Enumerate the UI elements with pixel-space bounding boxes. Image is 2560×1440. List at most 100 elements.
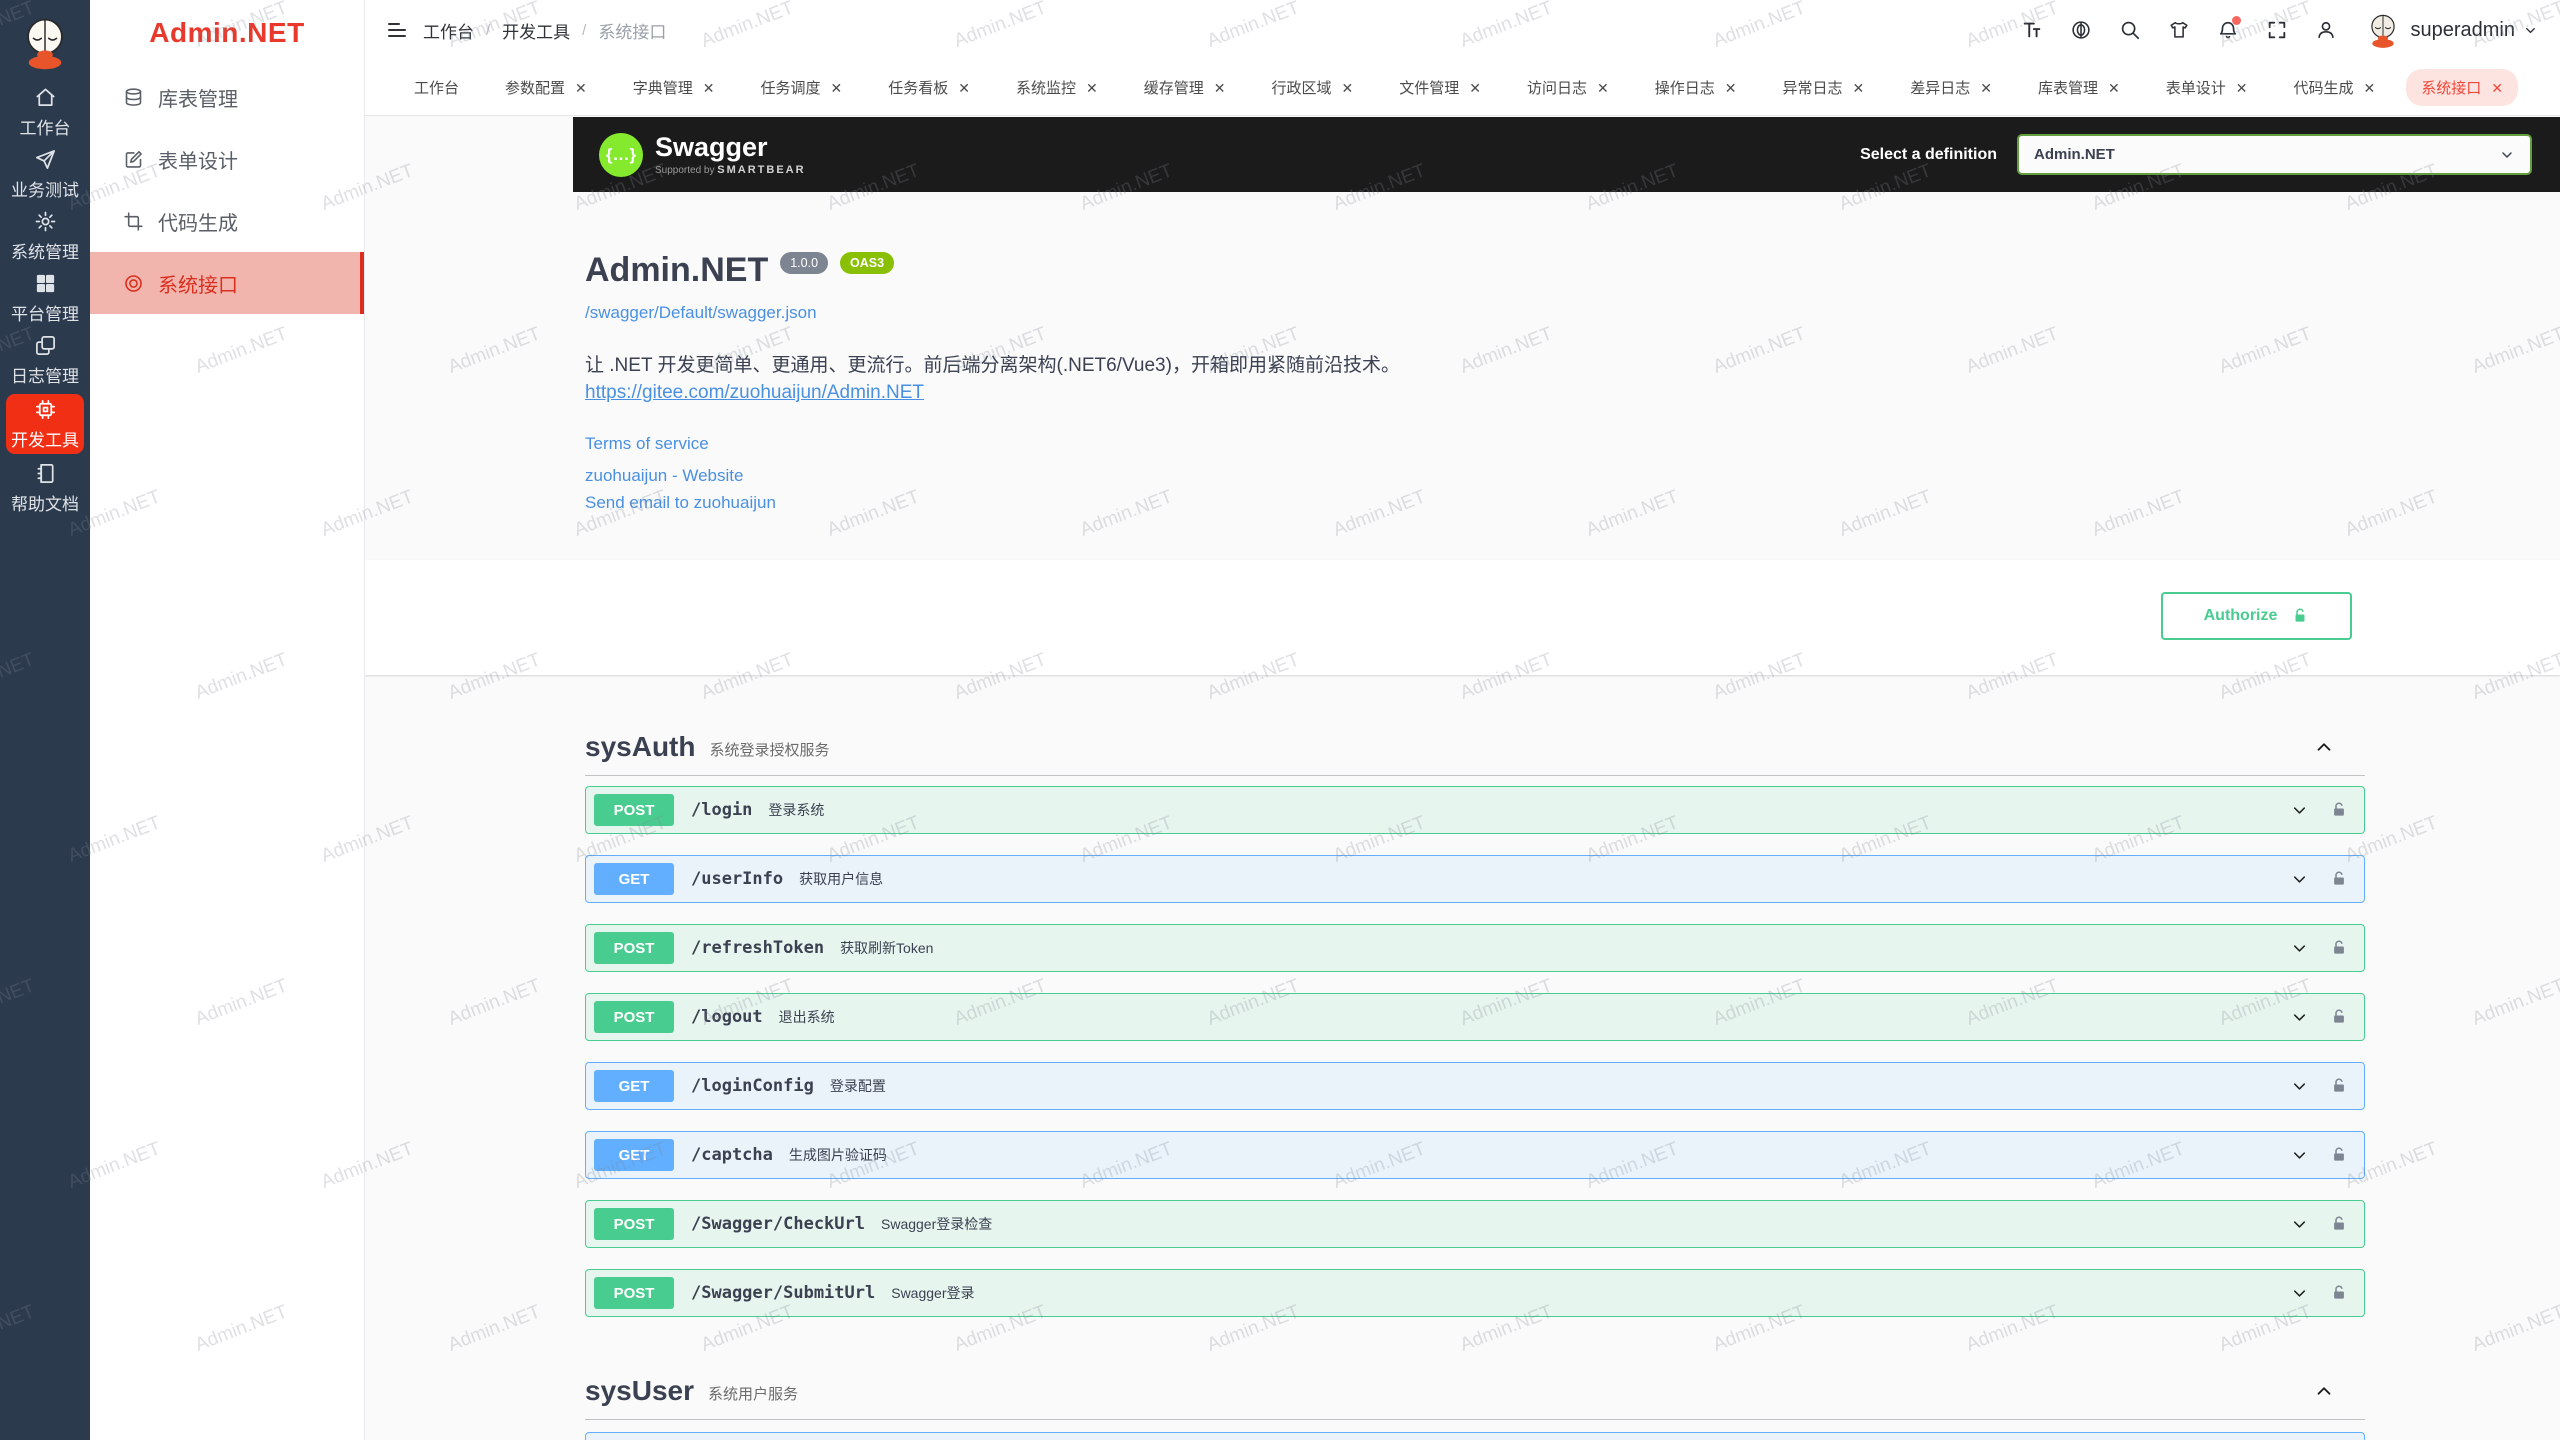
section-header[interactable]: sysUser 系统用户服务 — [585, 1362, 2365, 1420]
authorize-button[interactable]: Authorize — [2161, 592, 2352, 640]
tab-系统接口[interactable]: 系统接口✕ — [2406, 69, 2518, 106]
endpoint-row-/loginConfig[interactable]: GET/loginConfig登录配置 — [585, 1062, 2365, 1110]
close-tab-icon[interactable]: ✕ — [1853, 81, 1865, 95]
rail-item-send[interactable]: 业务测试 — [0, 143, 90, 205]
close-tab-icon[interactable]: ✕ — [575, 81, 587, 95]
tab-label: 系统监控 — [1016, 77, 1076, 98]
lock-icon[interactable] — [2330, 870, 2348, 888]
lock-icon[interactable] — [2330, 1077, 2348, 1095]
theme-skin-icon[interactable] — [2168, 19, 2190, 41]
close-tab-icon[interactable]: ✕ — [1597, 81, 1609, 95]
app-logo-monk[interactable] — [16, 13, 74, 71]
tab-任务调度[interactable]: 任务调度✕ — [746, 69, 858, 106]
rail-item-home[interactable]: 工作台 — [0, 81, 90, 143]
lock-icon[interactable] — [2330, 939, 2348, 957]
expand-endpoint-icon[interactable] — [2290, 1008, 2309, 1027]
tab-异常日志[interactable]: 异常日志✕ — [1768, 69, 1880, 106]
sidebar-item-label: 系统接口 — [158, 269, 238, 298]
font-size-icon[interactable] — [2021, 19, 2043, 41]
sidebar-item-api[interactable]: 系统接口 — [90, 252, 364, 314]
rail-item-copy[interactable]: 日志管理 — [0, 329, 90, 391]
close-tab-icon[interactable]: ✕ — [1725, 81, 1737, 95]
tab-文件管理[interactable]: 文件管理✕ — [1384, 69, 1496, 106]
tab-工作台[interactable]: 工作台 — [399, 69, 474, 106]
lock-icon[interactable] — [2330, 1284, 2348, 1302]
contact-website-link[interactable]: zuohuaijun - Website — [585, 466, 743, 486]
expand-endpoint-icon[interactable] — [2290, 801, 2309, 820]
tab-差异日志[interactable]: 差异日志✕ — [1895, 69, 2007, 106]
close-tab-icon[interactable]: ✕ — [2236, 81, 2248, 95]
language-icon[interactable] — [2070, 19, 2092, 41]
definition-select[interactable]: Admin.NET — [2017, 134, 2532, 175]
expand-endpoint-icon[interactable] — [2290, 1215, 2309, 1234]
collapse-section-icon[interactable] — [2313, 1380, 2335, 1402]
rail-item-book[interactable]: 帮助文档 — [0, 457, 90, 519]
tab-行政区域[interactable]: 行政区域✕ — [1257, 69, 1369, 106]
collapse-section-icon[interactable] — [2313, 736, 2335, 758]
close-tab-icon[interactable]: ✕ — [831, 81, 843, 95]
lock-icon[interactable] — [2330, 1215, 2348, 1233]
breadcrumb-item[interactable]: 开发工具 — [502, 18, 570, 43]
collapse-menu-icon[interactable] — [385, 18, 409, 42]
section-header[interactable]: sysAuth 系统登录授权服务 — [585, 718, 2365, 776]
app-logo-text[interactable]: Admin.NET — [90, 0, 364, 66]
endpoint-row-/captcha[interactable]: GET/captcha生成图片验证码 — [585, 1131, 2365, 1179]
expand-endpoint-icon[interactable] — [2290, 870, 2309, 889]
rail-item-grid[interactable]: 平台管理 — [0, 267, 90, 329]
tab-缓存管理[interactable]: 缓存管理✕ — [1129, 69, 1241, 106]
rail-item-gear[interactable]: 系统管理 — [0, 205, 90, 267]
endpoint-row-/Swagger/CheckUrl[interactable]: POST/Swagger/CheckUrlSwagger登录检查 — [585, 1200, 2365, 1248]
close-tab-icon[interactable]: ✕ — [2491, 81, 2503, 95]
tab-字典管理[interactable]: 字典管理✕ — [618, 69, 730, 106]
swagger-brand[interactable]: {…} Swagger Supported by SMARTBEAR — [599, 133, 806, 177]
user-profile-icon[interactable] — [2315, 19, 2337, 41]
close-tab-icon[interactable]: ✕ — [1469, 81, 1481, 95]
lock-icon[interactable] — [2330, 1008, 2348, 1026]
expand-endpoint-icon[interactable] — [2290, 939, 2309, 958]
close-tab-icon[interactable]: ✕ — [958, 81, 970, 95]
lock-icon[interactable] — [2330, 801, 2348, 819]
endpoint-row-/login[interactable]: POST/login登录系统 — [585, 786, 2365, 834]
breadcrumb-item[interactable]: 工作台 — [423, 18, 474, 43]
tab-任务看板[interactable]: 任务看板✕ — [873, 69, 985, 106]
close-tab-icon[interactable]: ✕ — [1342, 81, 1354, 95]
endpoint-actions — [2290, 801, 2348, 820]
contact-email-link[interactable]: Send email to zuohuaijun — [585, 493, 776, 513]
tab-访问日志[interactable]: 访问日志 ✕ — [1512, 69, 1624, 106]
endpoint-row-/refreshToken[interactable]: POST/refreshToken获取刷新Token — [585, 924, 2365, 972]
close-tab-icon[interactable]: ✕ — [1086, 81, 1098, 95]
tab-代码生成[interactable]: 代码生成✕ — [2279, 69, 2391, 106]
expand-endpoint-icon[interactable] — [2290, 1284, 2309, 1303]
expand-endpoint-icon[interactable] — [2290, 1077, 2309, 1096]
endpoint-actions — [2290, 870, 2348, 889]
tab-库表管理[interactable]: 库表管理✕ — [2023, 69, 2135, 106]
search-icon[interactable] — [2119, 19, 2141, 41]
terms-of-service-link[interactable]: Terms of service — [585, 434, 709, 454]
endpoint-row[interactable] — [585, 1432, 2365, 1440]
method-badge: POST — [594, 1001, 674, 1033]
sidebar-item-code[interactable]: 代码生成 — [90, 190, 364, 252]
rail-item-cpu[interactable]: 开发工具 — [6, 394, 84, 454]
close-tab-icon[interactable]: ✕ — [1214, 81, 1226, 95]
repo-link[interactable]: https://gitee.com/zuohuaijun/Admin.NET — [585, 382, 924, 404]
tab-参数配置[interactable]: 参数配置✕ — [490, 69, 602, 106]
endpoint-row-/userInfo[interactable]: GET/userInfo获取用户信息 — [585, 855, 2365, 903]
notifications-bell-icon[interactable] — [2217, 19, 2239, 41]
tab-label: 访问日志 — [1527, 77, 1587, 98]
endpoint-row-/Swagger/SubmitUrl[interactable]: POST/Swagger/SubmitUrlSwagger登录 — [585, 1269, 2365, 1317]
close-tab-icon[interactable]: ✕ — [1980, 81, 1992, 95]
tab-操作日志[interactable]: 操作日志✕ — [1640, 69, 1752, 106]
close-tab-icon[interactable]: ✕ — [703, 81, 715, 95]
close-tab-icon[interactable]: ✕ — [2364, 81, 2376, 95]
sidebar-item-database[interactable]: 库表管理 — [90, 66, 364, 128]
spec-url-link[interactable]: /swagger/Default/swagger.json — [585, 303, 817, 323]
sidebar-item-form[interactable]: 表单设计 — [90, 128, 364, 190]
tab-系统监控[interactable]: 系统监控 ✕ — [1001, 69, 1113, 106]
fullscreen-icon[interactable] — [2266, 19, 2288, 41]
tab-表单设计[interactable]: 表单设计✕ — [2151, 69, 2263, 106]
close-tab-icon[interactable]: ✕ — [2108, 81, 2120, 95]
endpoint-row-/logout[interactable]: POST/logout退出系统 — [585, 993, 2365, 1041]
expand-endpoint-icon[interactable] — [2290, 1146, 2309, 1165]
user-menu[interactable]: superadmin — [2364, 11, 2538, 49]
lock-icon[interactable] — [2330, 1146, 2348, 1164]
